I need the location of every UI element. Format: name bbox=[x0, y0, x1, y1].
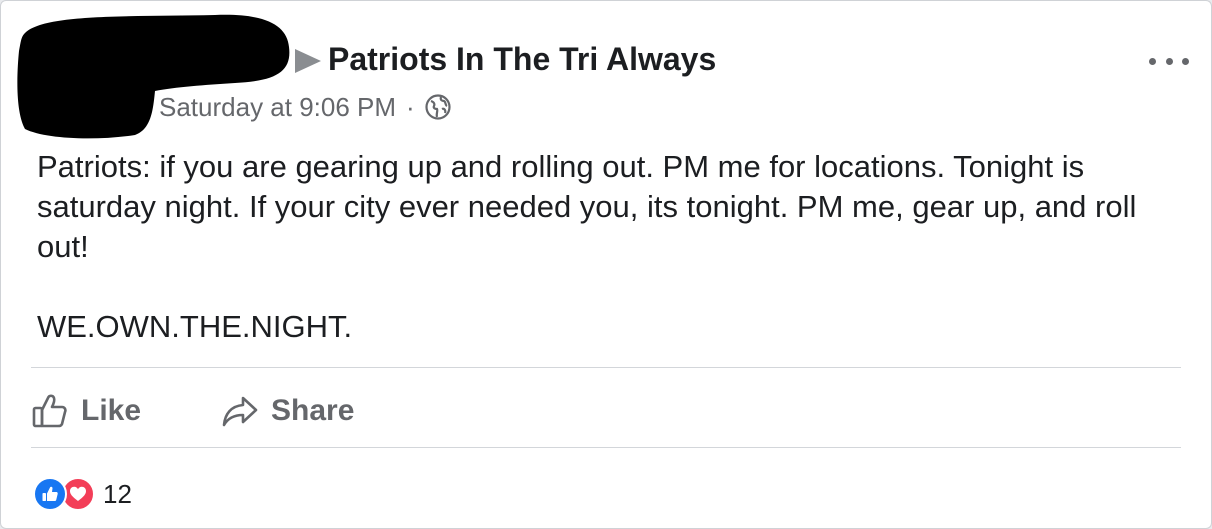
globe-icon[interactable] bbox=[425, 94, 451, 120]
more-dot bbox=[1149, 57, 1156, 65]
reaction-count: 12 bbox=[103, 478, 132, 509]
post-timestamp[interactable]: Saturday at 9:06 PM bbox=[159, 92, 396, 123]
post-body: Patriots: if you are gearing up and roll… bbox=[37, 147, 1187, 347]
post-body-paragraph: WE.OWN.THE.NIGHT. bbox=[37, 309, 353, 344]
post-body-paragraph: Patriots: if you are gearing up and roll… bbox=[37, 149, 1137, 264]
shared-to-arrow-icon bbox=[295, 49, 321, 73]
more-dot bbox=[1165, 57, 1173, 65]
share-arrow-icon bbox=[222, 396, 258, 427]
group-name-link[interactable]: Patriots In The Tri Always bbox=[328, 41, 716, 78]
divider bbox=[31, 447, 1181, 448]
like-button[interactable]: Like bbox=[31, 389, 141, 433]
more-options-icon[interactable] bbox=[1149, 51, 1189, 71]
divider bbox=[31, 367, 1181, 368]
share-button[interactable]: Share bbox=[221, 389, 354, 433]
thumbs-up-icon bbox=[32, 394, 67, 428]
post-card: Patriots In The Tri Always Saturday at 9… bbox=[0, 0, 1212, 529]
share-label: Share bbox=[271, 394, 355, 427]
post-meta: Saturday at 9:06 PM · bbox=[159, 91, 451, 123]
meta-separator: · bbox=[406, 91, 415, 122]
like-label: Like bbox=[81, 394, 142, 427]
like-reaction-icon bbox=[33, 477, 67, 511]
more-dot bbox=[1182, 57, 1189, 65]
reactions-summary[interactable]: 12 bbox=[33, 477, 132, 511]
